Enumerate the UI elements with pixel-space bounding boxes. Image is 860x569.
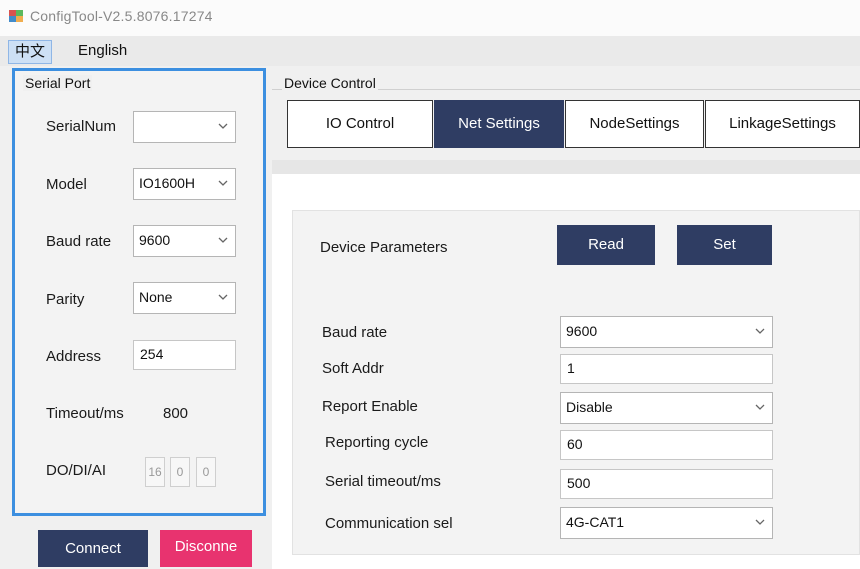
param-baud-rate-value: 9600 [566, 323, 598, 339]
menu-chinese[interactable]: 中文 [8, 40, 53, 64]
baud-rate-value: 9600 [139, 232, 171, 248]
menu-english[interactable]: English [72, 40, 133, 62]
parity-select[interactable]: None [133, 282, 236, 314]
param-reporting-cycle-value: 60 [567, 436, 583, 452]
address-label: Address [46, 348, 102, 365]
parity-label: Parity [46, 291, 85, 308]
set-button[interactable]: Set [677, 225, 772, 265]
param-report-enable-label: Report Enable [322, 398, 418, 415]
do-count-box: 16 [145, 457, 165, 487]
chevron-down-icon [218, 123, 228, 129]
baud-rate-label: Baud rate [46, 233, 112, 250]
param-serial-timeout-label: Serial timeout/ms [325, 473, 441, 490]
param-baud-rate-label: Baud rate [322, 324, 388, 341]
ai-count-box: 0 [196, 457, 216, 487]
param-serial-timeout-value: 500 [567, 475, 591, 491]
parity-value: None [139, 289, 173, 305]
serialnum-select[interactable] [133, 111, 236, 143]
param-report-enable-value: Disable [566, 399, 613, 415]
disconnect-button[interactable]: Disconne [160, 530, 252, 567]
model-select[interactable]: IO1600H [133, 168, 236, 200]
address-value: 254 [140, 346, 164, 362]
dodiai-label: DO/DI/AI [46, 462, 107, 479]
chevron-down-icon [218, 294, 228, 300]
connect-button[interactable]: Connect [38, 530, 148, 567]
app-icon [9, 10, 23, 22]
tab-node-settings[interactable]: NodeSettings [565, 100, 704, 148]
chevron-down-icon [755, 404, 765, 410]
param-reporting-cycle-label: Reporting cycle [325, 434, 429, 451]
model-label: Model [46, 176, 87, 193]
read-button[interactable]: Read [557, 225, 655, 265]
param-communication-select[interactable]: 4G-CAT1 [560, 507, 773, 539]
di-count-box: 0 [170, 457, 190, 487]
tab-net-settings[interactable]: Net Settings [434, 100, 564, 148]
param-soft-addr-value: 1 [567, 360, 575, 376]
serialnum-label: SerialNum [46, 118, 117, 135]
device-parameters-title: Device Parameters [320, 239, 448, 256]
tab-strip-divider [272, 160, 860, 174]
chevron-down-icon [755, 328, 765, 334]
chevron-down-icon [755, 519, 765, 525]
chevron-down-icon [218, 180, 228, 186]
timeout-label: Timeout/ms [46, 405, 124, 422]
param-report-enable-select[interactable]: Disable [560, 392, 773, 424]
param-communication-label: Communication sel [325, 515, 453, 532]
timeout-value: 800 [163, 405, 189, 422]
param-soft-addr-input[interactable]: 1 [560, 354, 773, 384]
baud-rate-select[interactable]: 9600 [133, 225, 236, 257]
address-input[interactable]: 254 [133, 340, 236, 370]
tab-io-control[interactable]: IO Control [287, 100, 433, 148]
chevron-down-icon [218, 237, 228, 243]
param-serial-timeout-input[interactable]: 500 [560, 469, 773, 499]
param-soft-addr-label: Soft Addr [322, 360, 384, 377]
param-reporting-cycle-input[interactable]: 60 [560, 430, 773, 460]
param-communication-value: 4G-CAT1 [566, 514, 625, 530]
window-title: ConfigTool-V2.5.8076.17274 [30, 8, 213, 24]
device-control-legend: Device Control [282, 75, 378, 91]
model-value: IO1600H [139, 175, 196, 191]
serial-port-legend: Serial Port [23, 75, 93, 91]
tab-linkage-settings[interactable]: LinkageSettings [705, 100, 860, 148]
param-baud-rate-select[interactable]: 9600 [560, 316, 773, 348]
